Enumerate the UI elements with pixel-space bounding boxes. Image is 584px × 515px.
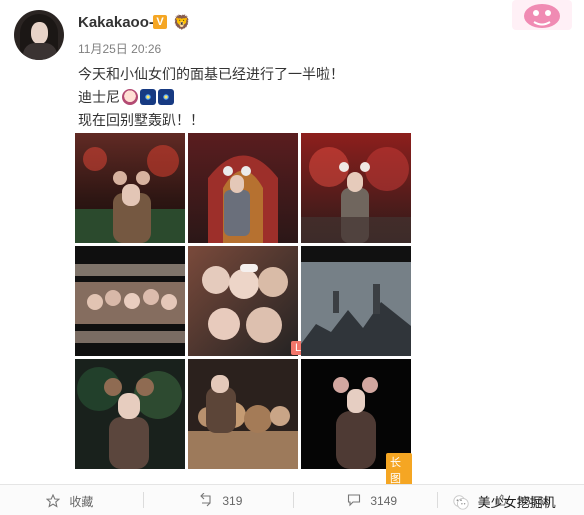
fireworks-emoji-icon — [140, 89, 156, 105]
repost-button[interactable]: 319 — [199, 493, 242, 508]
photo-6[interactable] — [301, 246, 411, 356]
sticker-icon — [512, 0, 572, 30]
photo-7[interactable] — [75, 359, 185, 469]
photo-4[interactable] — [75, 246, 185, 356]
photo-1[interactable] — [75, 133, 185, 243]
verified-badge-icon: V — [153, 15, 167, 29]
caption-line-2: 迪士尼 — [78, 87, 174, 107]
comment-button[interactable]: 3149 — [347, 493, 397, 508]
username[interactable]: Kakakaoo- — [78, 14, 154, 31]
repost-icon — [200, 493, 211, 507]
favorite-label: 收藏 — [69, 495, 94, 509]
user-avatar[interactable] — [14, 10, 64, 60]
avatar-body — [23, 43, 57, 60]
long-image-label: 长图 — [386, 453, 412, 487]
watermark: 美少女挖掘机 — [452, 492, 556, 511]
favorite-button[interactable]: 收藏 — [46, 493, 93, 510]
photo-5[interactable] — [188, 246, 298, 356]
avatar-face — [31, 22, 48, 44]
action-separator — [437, 492, 438, 508]
wechat-icon — [453, 495, 469, 510]
photo-3[interactable] — [301, 133, 411, 243]
star-icon — [46, 494, 60, 508]
comment-count: 3149 — [370, 494, 398, 508]
caption-line-2-text: 迪士尼 — [78, 89, 120, 105]
repost-count: 319 — [222, 494, 243, 508]
action-separator — [293, 492, 294, 508]
photo-8[interactable] — [188, 359, 298, 469]
comment-icon — [347, 494, 361, 507]
caption-line-1: 今天和小仙女们的面基已经进行了一半啦！ — [78, 66, 344, 82]
caption-line-3: 现在回别墅轰趴！！ — [78, 112, 204, 128]
level-badge-icon: 🦁 — [173, 14, 191, 30]
action-separator — [143, 492, 144, 508]
watermark-text: 美少女挖掘机 — [477, 495, 556, 510]
post-timestamp[interactable]: 11月25日 20:26 — [78, 40, 161, 57]
image-grid: LIVE 长图 — [75, 133, 412, 487]
face-emoji-icon — [122, 89, 138, 105]
fireworks-emoji-icon — [158, 89, 174, 105]
photo-2[interactable] — [188, 133, 298, 243]
